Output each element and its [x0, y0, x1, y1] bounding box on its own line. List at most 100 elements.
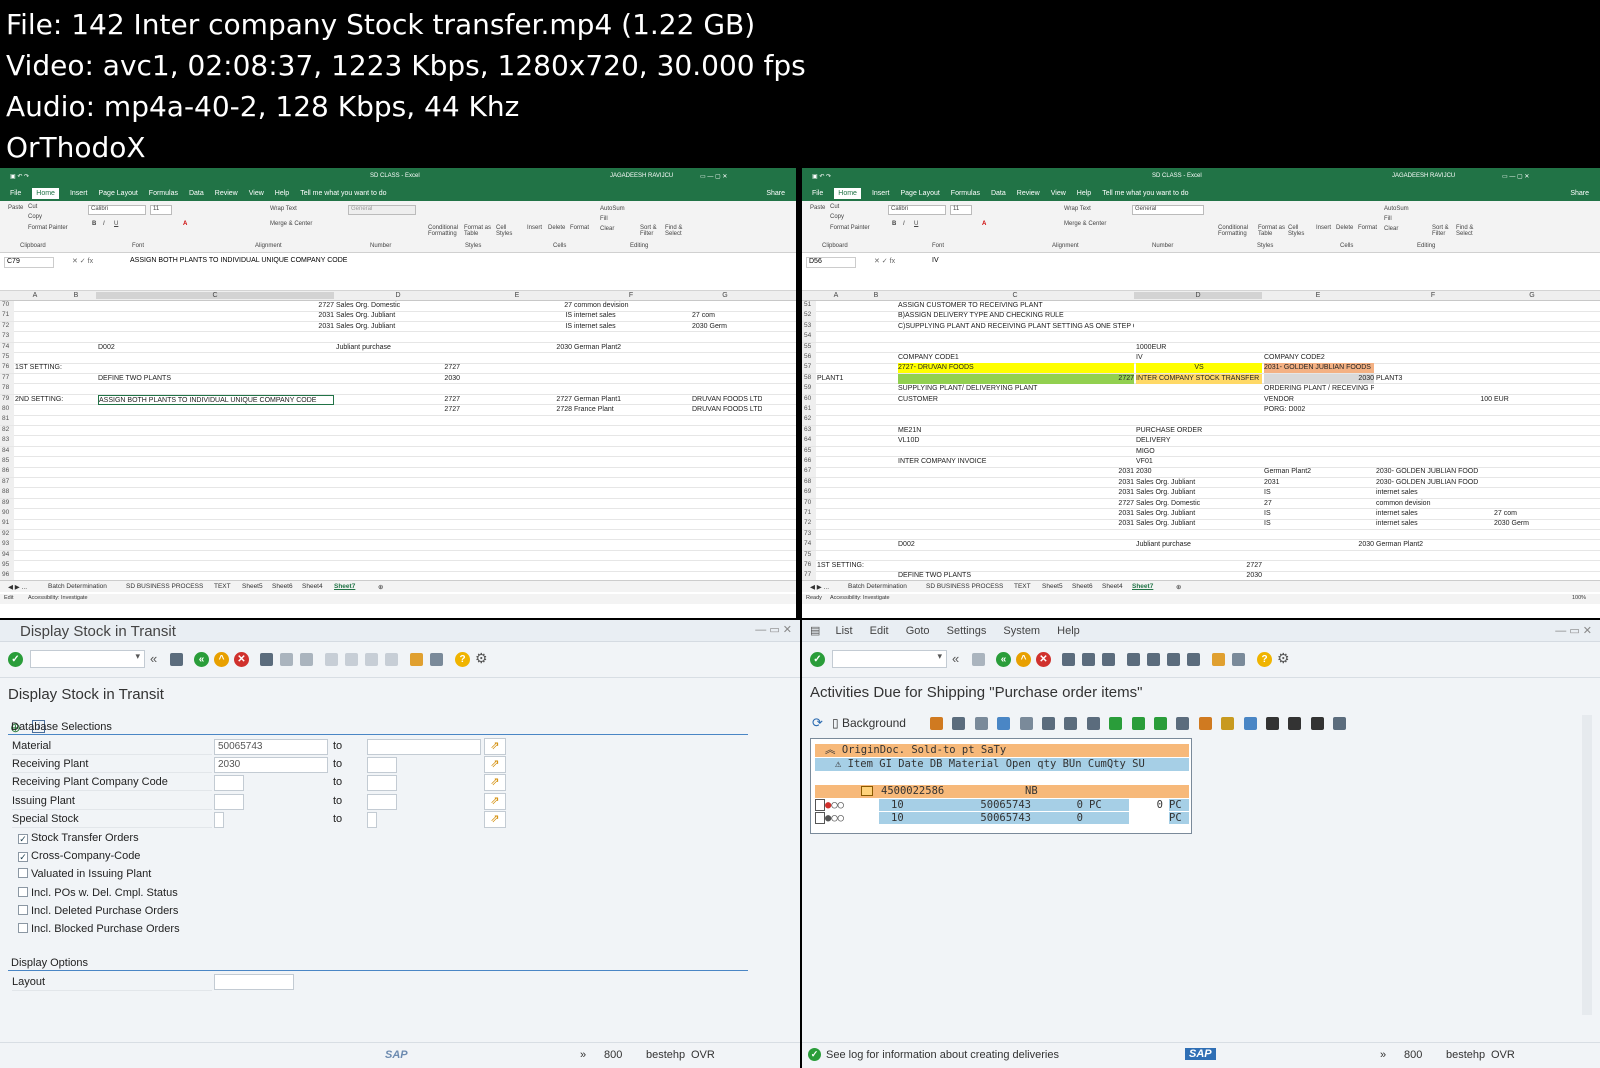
grid-cell[interactable]: Sales Org. Domestic [1136, 499, 1262, 509]
tab-home[interactable]: Home [834, 187, 861, 199]
grid-cell[interactable] [464, 561, 572, 571]
row-number[interactable]: 78 [0, 384, 14, 395]
field-from-input[interactable] [214, 793, 244, 810]
grid-cell[interactable] [898, 332, 1134, 342]
grid-row[interactable]: 61 PORG: D002 [802, 405, 1600, 416]
grid-row[interactable]: 67 2031 2030 German Plant2 2030- GOLDEN JUBL… [802, 467, 1600, 478]
row-number[interactable]: 60 [802, 394, 816, 405]
grid-cell[interactable] [1136, 301, 1262, 311]
grid-cell[interactable] [817, 478, 895, 488]
grid-cell[interactable] [1494, 374, 1560, 384]
find-next-icon[interactable] [1102, 653, 1115, 666]
row-number[interactable]: 65 [802, 446, 816, 457]
grid-cell[interactable] [1136, 405, 1262, 415]
grid-cell[interactable] [98, 499, 334, 509]
grid-cell[interactable] [1562, 499, 1592, 509]
cancel-icon[interactable]: ✕ [1036, 652, 1051, 667]
grid-cell[interactable]: 2030 [400, 374, 460, 384]
sheet-nav-icon[interactable]: ◀ ▶ ... [8, 583, 27, 591]
grid-cell[interactable]: D002 [898, 540, 1134, 550]
tell-me-box[interactable]: Tell me what you want to do [1102, 190, 1188, 197]
grid-cell[interactable]: 2ND SETTING: [15, 395, 95, 405]
formula-input[interactable]: IV [932, 257, 939, 264]
grid-cell[interactable] [574, 332, 690, 342]
grid-cell[interactable] [1562, 311, 1592, 321]
row-number[interactable]: 87 [0, 477, 14, 488]
row-number[interactable]: 58 [802, 373, 816, 384]
grid-cell[interactable] [1494, 343, 1560, 353]
grid-row[interactable]: 89 [0, 498, 796, 510]
grid-cell[interactable]: 2030- GOLDEN JUBLIAN FOOD [1376, 467, 1492, 477]
name-box[interactable]: C79 [4, 257, 54, 268]
grid-cell[interactable] [1376, 405, 1492, 415]
grid-cell[interactable] [574, 384, 690, 394]
grid-cell[interactable] [336, 561, 462, 571]
cut-button[interactable]: Cut [28, 204, 37, 210]
grid-cell[interactable] [300, 509, 334, 519]
grid-cell[interactable] [1376, 426, 1492, 436]
grid-cell[interactable] [1562, 478, 1592, 488]
multiple-selection-icon[interactable]: ⇗ [484, 774, 506, 792]
grid-cell[interactable] [98, 519, 334, 529]
grid-cell[interactable] [574, 353, 690, 363]
grid-cell[interactable]: 2030 Germ [1494, 519, 1560, 529]
grid-cell[interactable] [1562, 519, 1592, 529]
grid-cell[interactable] [15, 415, 95, 425]
grid-cell[interactable] [1494, 301, 1560, 311]
grid-cell[interactable]: VF01 [1136, 457, 1262, 467]
grid-cell[interactable] [574, 499, 690, 509]
grid-cell[interactable] [898, 415, 1134, 425]
wrap-text-button[interactable]: Wrap Text [1064, 206, 1091, 212]
grid-cell[interactable] [898, 447, 1134, 457]
grid-row[interactable]: 73 [802, 529, 1600, 541]
grid-cell[interactable] [300, 426, 334, 436]
grid-cell[interactable] [300, 551, 334, 561]
grid-cell[interactable]: 27 com [692, 311, 762, 321]
grid-cell[interactable] [1562, 384, 1592, 394]
grid-row[interactable]: 70 2727 Sales Org. Domestic 27 common devisi… [802, 498, 1600, 510]
grid-cell[interactable]: France Plant [574, 405, 690, 415]
cell-styles-button[interactable]: Cell Styles [496, 225, 518, 237]
grid-cell[interactable] [692, 436, 762, 446]
grid-cell[interactable] [1264, 322, 1374, 332]
next-icon[interactable] [1288, 717, 1302, 730]
tab-home[interactable]: Home [32, 187, 59, 199]
grid-cell[interactable] [1136, 395, 1262, 405]
font-color-button[interactable]: A [982, 221, 986, 227]
grid-cell[interactable] [817, 499, 895, 509]
field-to-input[interactable] [367, 775, 397, 792]
grid-cell[interactable]: 2030 [1264, 540, 1374, 550]
grid-cell[interactable] [1136, 384, 1262, 394]
save-icon[interactable] [170, 653, 183, 666]
grid-cell[interactable] [1562, 530, 1592, 540]
grid-cell[interactable]: 2030 [464, 343, 572, 353]
find-icon[interactable] [1082, 653, 1095, 666]
grid-cell[interactable] [15, 447, 95, 457]
grid-cell[interactable]: D002 [98, 343, 334, 353]
expand-all-icon[interactable]: ︽ [825, 744, 836, 756]
row-number[interactable]: 83 [0, 436, 14, 447]
grid-cell[interactable] [300, 530, 334, 540]
grid-cell[interactable] [574, 457, 690, 467]
grid-cell[interactable] [898, 551, 1134, 561]
grid-cell[interactable] [1376, 353, 1492, 363]
cell-styles-button[interactable]: Cell Styles [1288, 225, 1310, 237]
grid-cell[interactable]: 27 [1264, 499, 1374, 509]
row-number[interactable]: 61 [802, 405, 816, 415]
window-controls[interactable]: — ▭ ✕ [1555, 624, 1592, 637]
font-select[interactable]: Calibri [888, 205, 946, 215]
grid-cell[interactable] [1562, 332, 1592, 342]
grid-row[interactable]: 55 1000EUR [802, 342, 1600, 354]
find-select-button[interactable]: Find & Select [665, 225, 689, 237]
autosum-button[interactable]: AutoSum [1384, 206, 1409, 212]
bold-button[interactable]: B [892, 221, 896, 227]
grid-row[interactable]: 88 [0, 488, 796, 499]
format-as-table-button[interactable]: Format as Table [464, 225, 492, 237]
grid-cell[interactable] [336, 499, 462, 509]
grid-cell[interactable] [15, 311, 95, 321]
grid-row[interactable]: 58 PLANT1 2727 INTER COMPANY STOCK TRANSFER… [802, 373, 1600, 385]
grid-cell[interactable] [464, 540, 572, 550]
grid-cell[interactable] [15, 499, 95, 509]
menu-goto[interactable]: Goto [906, 625, 930, 637]
merge-center-button[interactable]: Merge & Center [270, 221, 312, 227]
